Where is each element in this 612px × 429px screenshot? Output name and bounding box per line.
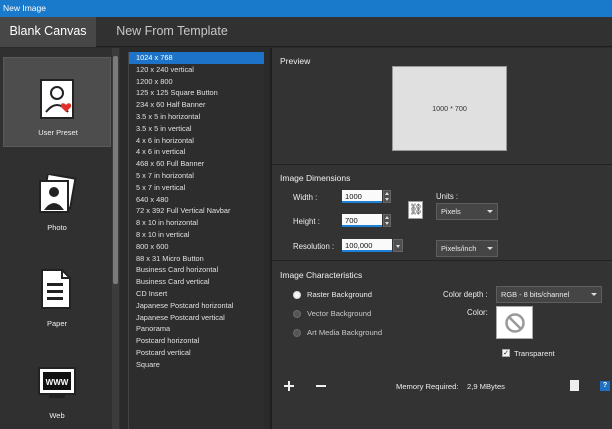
width-input[interactable]: 1000 <box>342 190 382 203</box>
preset-list-item[interactable]: 800 x 600 <box>129 241 264 253</box>
color-swatch[interactable] <box>496 306 533 339</box>
category-web[interactable]: WWW Web <box>3 356 111 429</box>
height-spinner[interactable] <box>383 214 391 227</box>
divider <box>272 260 612 261</box>
raster-background-radio[interactable] <box>293 291 301 299</box>
chevron-down-icon <box>487 210 493 213</box>
preview-canvas: 1000 * 700 <box>392 66 507 151</box>
category-paper[interactable]: Paper <box>3 258 111 348</box>
preset-list-item[interactable]: CD Insert <box>129 288 264 300</box>
settings-panel: Preview 1000 * 700 Image Dimensions Widt… <box>272 48 612 429</box>
preset-list-item[interactable]: 5 x 7 in horizontal <box>129 170 264 182</box>
preview-caption: 1000 * 700 <box>432 104 467 113</box>
preset-list-item[interactable]: 1200 x 800 <box>129 76 264 88</box>
chevron-down-icon <box>591 293 597 296</box>
preset-list-item[interactable]: 640 x 480 <box>129 194 264 206</box>
memory-value: 2,9 MBytes <box>467 382 505 391</box>
preset-list-item[interactable]: 5 x 7 in vertical <box>129 182 264 194</box>
raster-background-label[interactable]: Raster Background <box>307 290 372 299</box>
resolution-spinner[interactable] <box>393 239 403 252</box>
minus-icon <box>316 385 326 387</box>
category-scrollbar[interactable] <box>112 48 119 429</box>
transparent-label[interactable]: Transparent <box>514 349 555 358</box>
plus-icon <box>284 381 294 391</box>
resolution-input[interactable]: 100,000 <box>342 239 392 252</box>
category-photo[interactable]: Photo <box>3 156 111 246</box>
web-icon: WWW <box>38 367 76 398</box>
height-input[interactable]: 700 <box>342 214 382 227</box>
dimensions-heading: Image Dimensions <box>280 173 351 183</box>
preset-list-item[interactable]: 4 x 6 in vertical <box>129 146 264 158</box>
preset-list: 1024 x 768 120 x 240 vertical 1200 x 800 12… <box>128 52 264 429</box>
scrollbar-thumb[interactable] <box>113 56 118 284</box>
divider <box>272 164 612 165</box>
paper-icon <box>41 269 71 309</box>
color-label: Color: <box>467 308 488 317</box>
preset-list-item[interactable]: 1024 x 768 <box>129 52 264 64</box>
preset-list-item[interactable]: 125 x 125 Square Button <box>129 87 264 99</box>
document-icon[interactable] <box>570 380 579 391</box>
units-select[interactable]: Pixels <box>436 203 498 220</box>
help-button[interactable]: ? <box>600 381 610 391</box>
preset-list-item[interactable]: 3.5 x 5 in vertical <box>129 123 264 135</box>
preset-list-item[interactable]: 72 x 392 Full Vertical Navbar <box>129 205 264 217</box>
tab-bar: Blank Canvas New From Template <box>0 17 612 47</box>
height-label: Height : <box>293 217 320 226</box>
preset-list-item[interactable]: 120 x 240 vertical <box>129 64 264 76</box>
preset-list-item[interactable]: Business Card vertical <box>129 276 264 288</box>
preset-list-item[interactable]: 4 x 6 in horizontal <box>129 135 264 147</box>
category-label: Paper <box>46 319 67 328</box>
resolution-label: Resolution : <box>293 242 335 251</box>
width-spinner[interactable] <box>383 190 391 203</box>
art-media-background-radio[interactable] <box>293 329 301 337</box>
preset-list-item[interactable]: 8 x 10 in horizontal <box>129 217 264 229</box>
preset-list-item[interactable]: Panorama <box>129 323 264 335</box>
user-preset-icon <box>40 79 74 119</box>
vector-background-radio[interactable] <box>293 310 301 318</box>
preset-list-item[interactable]: Japanese Postcard horizontal <box>129 300 264 312</box>
preview-heading: Preview <box>280 56 311 66</box>
category-panel: User Preset Photo Paper WWW Web <box>0 48 120 429</box>
preset-list-item[interactable]: Postcard vertical <box>129 347 264 359</box>
chevron-down-icon <box>487 247 493 250</box>
color-depth-label: Color depth : <box>443 290 488 299</box>
vector-background-label[interactable]: Vector Background <box>307 309 371 318</box>
preset-list-item[interactable]: 8 x 10 in vertical <box>129 229 264 241</box>
link-ratio-button[interactable]: ⛓ <box>408 201 423 219</box>
category-label: Photo <box>47 223 67 232</box>
window-title: New Image <box>0 0 612 17</box>
units-value: Pixels <box>441 207 461 216</box>
category-user-preset[interactable]: User Preset <box>3 57 111 147</box>
category-label: Web <box>49 411 65 420</box>
category-label: User Preset <box>38 128 78 137</box>
units-label: Units : <box>436 192 459 201</box>
characteristics-heading: Image Characteristics <box>280 270 363 280</box>
tab-blank-canvas[interactable]: Blank Canvas <box>0 17 96 47</box>
add-preset-button[interactable] <box>284 381 294 393</box>
preset-list-item[interactable]: Japanese Postcard vertical <box>129 312 264 324</box>
link-icon: ⛓ <box>409 204 423 216</box>
width-label: Width : <box>293 193 318 202</box>
preset-list-item[interactable]: Business Card horizontal <box>129 264 264 276</box>
web-icon-text: WWW <box>46 378 69 387</box>
preset-list-item[interactable]: 468 x 60 Full Banner <box>129 158 264 170</box>
color-depth-select[interactable]: RGB - 8 bits/channel <box>496 286 602 303</box>
no-color-icon <box>504 312 525 333</box>
preset-list-item[interactable]: 234 x 60 Half Banner <box>129 99 264 111</box>
resolution-units-value: Pixels/inch <box>441 244 477 253</box>
photo-icon <box>39 174 77 213</box>
preset-list-item[interactable]: 3.5 x 5 in horizontal <box>129 111 264 123</box>
memory-label: Memory Required: <box>396 382 459 391</box>
preset-list-item[interactable]: Postcard horizontal <box>129 335 264 347</box>
transparent-checkbox[interactable]: ✓ <box>502 349 510 357</box>
art-media-background-label[interactable]: Art Media Background <box>307 328 382 337</box>
remove-preset-button[interactable] <box>316 381 326 393</box>
preset-list-item[interactable]: Square <box>129 359 264 371</box>
color-depth-value: RGB - 8 bits/channel <box>501 290 570 299</box>
resolution-units-select[interactable]: Pixels/inch <box>436 240 498 257</box>
tab-new-from-template[interactable]: New From Template <box>104 17 240 47</box>
preset-list-item[interactable]: 88 x 31 Micro Button <box>129 253 264 265</box>
